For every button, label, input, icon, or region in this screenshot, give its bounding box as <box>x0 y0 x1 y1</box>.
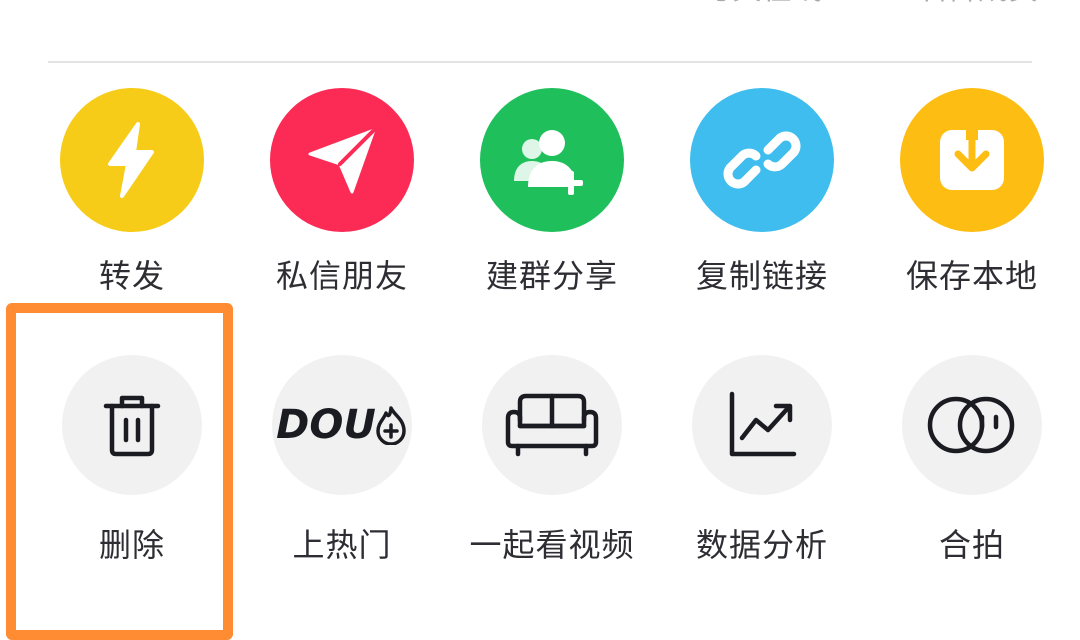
promote-label: 上热门 <box>292 526 392 564</box>
group-share-label: 建群分享 <box>485 257 618 295</box>
header-left-text: 与关在线 <box>702 0 822 10</box>
flame-plus-icon <box>376 406 406 445</box>
trend-chart-icon <box>729 391 797 457</box>
promote-button[interactable]: DOU 上热门 <box>237 353 447 573</box>
header-strip: 与关在线 54名群成员… <box>0 0 1080 16</box>
save-local-icon-circle <box>900 88 1044 232</box>
forward-button[interactable]: 转发 <box>27 88 237 308</box>
dou-plus-icon: DOU <box>276 402 408 448</box>
divider <box>48 61 1032 63</box>
message-friend-button[interactable]: 私信朋友 <box>237 88 447 308</box>
message-friend-icon-circle <box>270 88 414 232</box>
data-analysis-label: 数据分析 <box>695 526 828 564</box>
message-friend-label: 私信朋友 <box>275 257 408 295</box>
data-analysis-icon-circle <box>692 355 832 495</box>
add-group-icon <box>514 130 583 195</box>
download-icon <box>940 120 1004 190</box>
watch-together-button[interactable]: 一起看视频 <box>447 353 657 573</box>
data-analysis-button[interactable]: 数据分析 <box>657 353 867 573</box>
group-share-button[interactable]: 建群分享 <box>447 88 657 308</box>
duet-icon <box>927 396 1015 454</box>
watch-together-label: 一起看视频 <box>469 526 635 564</box>
promote-icon-circle: DOU <box>272 355 412 495</box>
dou-plus-text: DOU <box>276 402 376 448</box>
duet-icon-circle <box>902 355 1042 495</box>
save-local-button[interactable]: 保存本地 <box>867 88 1077 308</box>
link-icon <box>723 131 801 189</box>
share-actions-row: 转发 私信朋友 建群分享 复制链接 保存本地 <box>0 88 1080 308</box>
trash-icon <box>103 395 161 457</box>
group-share-icon-circle <box>480 88 624 232</box>
delete-button[interactable]: 删除 <box>27 353 237 573</box>
header-right-text: 54名群成员… <box>880 0 1068 10</box>
delete-label: 删除 <box>98 526 165 564</box>
copy-link-icon-circle <box>690 88 834 232</box>
lightning-icon <box>108 122 154 198</box>
forward-label: 转发 <box>98 257 165 295</box>
forward-icon-circle <box>60 88 204 232</box>
save-local-label: 保存本地 <box>905 257 1038 295</box>
duet-button[interactable]: 合拍 <box>867 353 1077 573</box>
sofa-icon <box>505 393 599 457</box>
copy-link-label: 复制链接 <box>695 257 828 295</box>
duet-label: 合拍 <box>938 526 1005 564</box>
delete-icon-circle <box>62 355 202 495</box>
watch-together-icon-circle <box>482 355 622 495</box>
copy-link-button[interactable]: 复制链接 <box>657 88 867 308</box>
more-actions-row: 删除 DOU 上热门 一起看视频 数据分析 合拍 <box>0 353 1080 573</box>
paper-plane-icon <box>308 128 376 194</box>
